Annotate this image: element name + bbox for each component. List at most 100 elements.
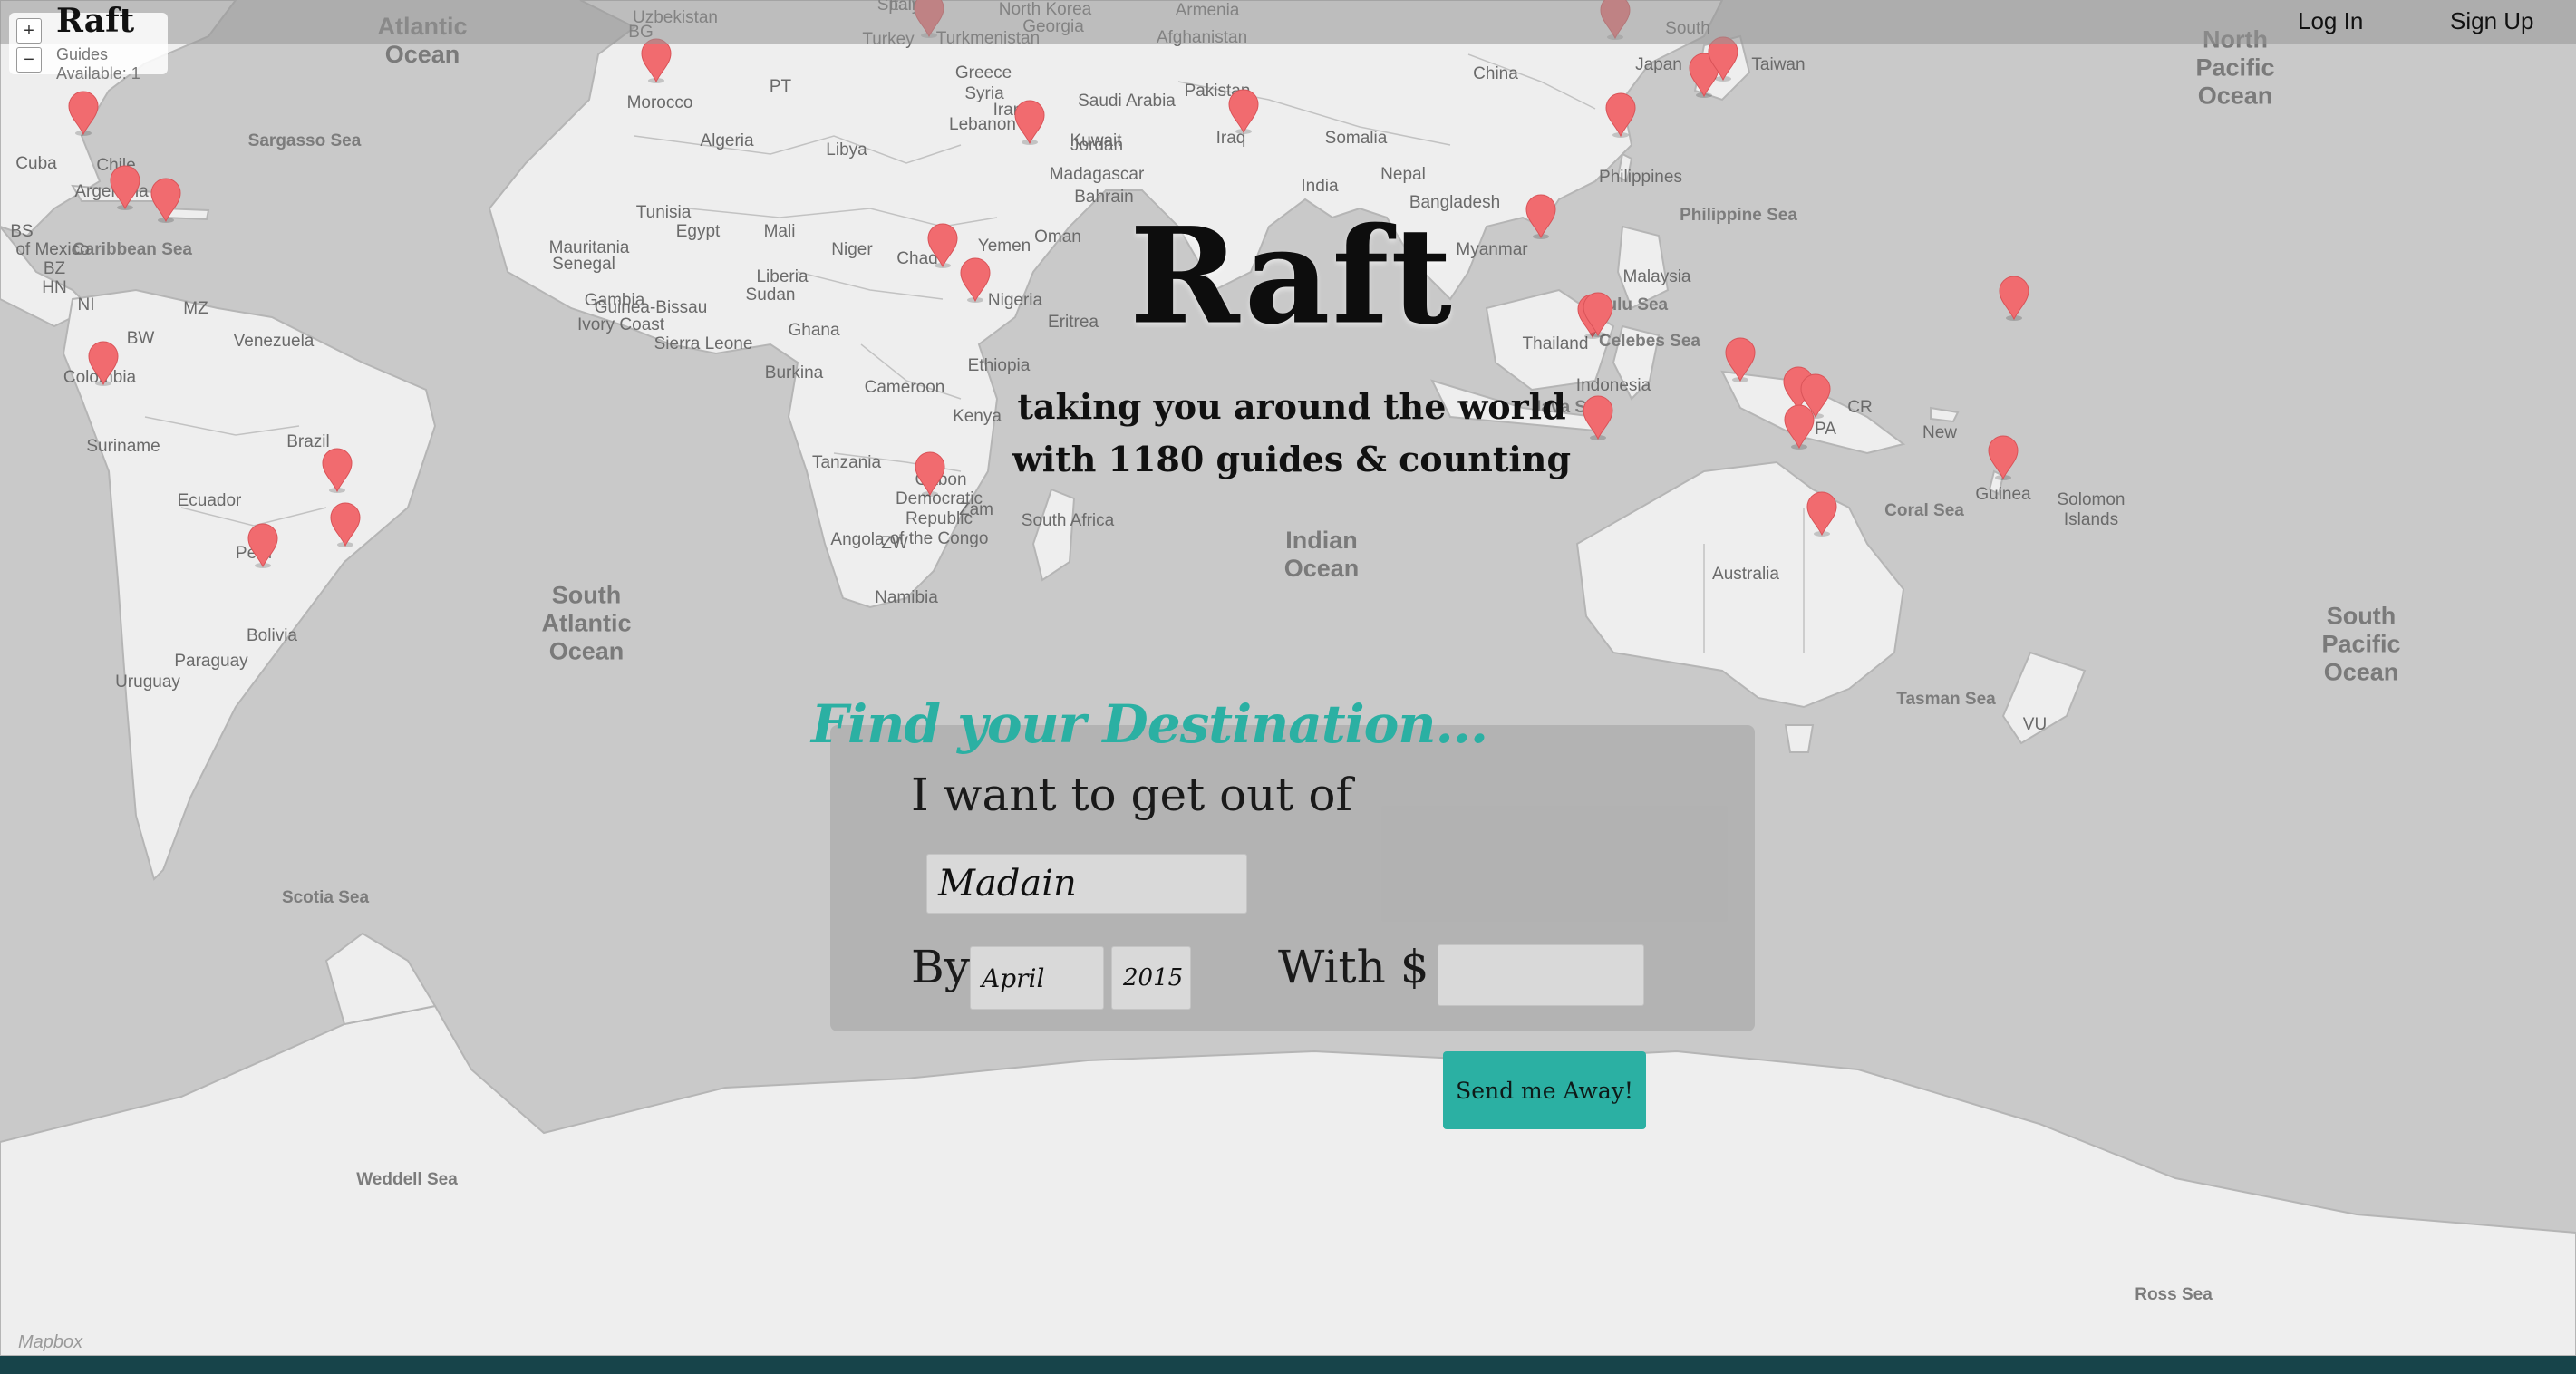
signup-link[interactable]: Sign Up [2450,7,2534,35]
map-label: Philippine Sea [1680,206,1797,226]
send-me-away-button[interactable]: Send me Away! [1443,1051,1646,1129]
map-label: Cameroon [864,378,945,398]
map-label: Egypt [675,222,721,242]
map-label: CR [1847,398,1873,418]
mapbox-attribution[interactable]: Mapbox [18,1332,82,1353]
hero-subtitle-line2: with 1180 guides & counting [1012,439,1572,479]
guide-marker[interactable] [1724,337,1757,382]
map-label: South Pacific Ocean [2321,602,2401,686]
origin-prompt: I want to get out of [911,769,1353,821]
guide-marker[interactable] [1582,395,1614,440]
map-label: Madagascar [1049,165,1145,185]
map-label: ZW [881,534,908,554]
guide-marker[interactable] [1227,89,1260,134]
map-label: MZ [183,299,208,319]
zoom-out-button[interactable]: − [16,47,42,73]
guide-marker[interactable] [247,523,279,568]
footer-bar [0,1356,2576,1374]
guide-marker[interactable] [1582,292,1614,337]
map-label: Tunisia [635,203,692,223]
map-label: Angola [830,530,885,550]
map-label: Liberia [756,267,809,287]
budget-label: With $ [1278,941,1429,993]
login-link[interactable]: Log In [2298,7,2363,35]
brand-logo[interactable]: Raft [56,2,134,40]
map-label: Cuba [15,154,57,174]
guide-marker[interactable] [329,502,362,547]
map-label: Myanmar [1456,240,1528,260]
guides-available-text: Guides Available: 1 [56,45,140,82]
map-label: Nepal [1380,165,1426,185]
map-label: Coral Sea [1884,501,1964,521]
map-label: Senegal [552,255,615,275]
map-label: Taiwan [1751,55,1806,75]
year-select[interactable]: 2015 [1111,946,1191,1010]
map-label: Oman [1034,227,1081,247]
guide-marker[interactable] [959,257,992,303]
map-label: Saudi Arabia [1078,92,1176,111]
map-label: Kuwait [1070,131,1122,151]
map-label: Uruguay [115,672,180,692]
guide-marker[interactable] [109,165,141,210]
map-label: China [1473,64,1518,84]
map-label: Sierra Leone [654,334,753,354]
map-label: Mali [763,222,796,242]
map-label: Ecuador [177,491,242,511]
map-label: Ivory Coast [576,315,665,335]
map-label: Guinea [1975,485,2031,505]
map-label: South Atlantic Ocean [541,581,632,665]
map-label: HN [42,278,67,298]
guide-marker[interactable] [1783,404,1816,450]
map-label: Tasman Sea [1896,690,1996,710]
map-label: Algeria [700,131,754,151]
map-label: Philippines [1599,168,1682,188]
guide-marker[interactable] [1013,100,1046,145]
guide-marker[interactable] [640,38,673,83]
map-label: India [1301,177,1339,197]
map-label: NI [77,295,95,315]
map-label: Bahrain [1074,188,1134,208]
zoom-in-button[interactable]: + [16,18,42,44]
map-label: Malaysia [1622,267,1691,287]
map-label: Weddell Sea [356,1170,458,1190]
map-label: Zam [959,500,993,520]
map-label: Sudan [745,285,796,305]
guide-marker[interactable] [1525,194,1557,239]
budget-input[interactable] [1438,944,1644,1006]
map-label: PA [1815,420,1836,440]
guide-marker[interactable] [926,223,959,268]
map-label: Solomon Islands [2057,490,2126,529]
map-label: Niger [831,240,873,260]
guide-marker[interactable] [150,178,182,223]
map-label: Greece [954,63,1012,83]
top-bar [0,0,2576,44]
guide-marker[interactable] [1806,491,1838,537]
guide-marker[interactable] [67,91,100,136]
guide-marker[interactable] [321,448,353,493]
origin-input[interactable]: Madain [926,854,1247,914]
map-label: Syria [964,84,1004,104]
map-label: BZ [43,259,66,279]
map-label: Venezuela [233,332,315,352]
hero-subtitle-line1: taking you around the world [1017,386,1566,427]
map-label: Scotia Sea [281,888,370,908]
map-label: Namibia [875,588,938,608]
guide-marker[interactable] [1987,435,2019,480]
guide-marker[interactable] [1604,92,1637,138]
guide-marker[interactable] [1998,276,2030,321]
map-label: Bolivia [247,626,297,646]
map-label: BW [126,329,155,349]
map-label: PT [769,77,792,97]
guide-marker[interactable] [914,451,946,497]
map-label: Burkina [764,363,824,383]
map-label: Nigeria [987,291,1043,311]
month-select[interactable]: April [970,946,1104,1010]
guide-marker[interactable] [87,341,120,386]
map-label: Kenya [953,407,1002,427]
map-label: Lebanon [949,115,1016,135]
map-label: Suriname [86,437,160,457]
map-label: VU [2022,715,2048,735]
map-label: Paraguay [174,652,248,672]
map-label: Caribbean Sea [73,240,192,260]
map-label: Libya [826,140,867,160]
